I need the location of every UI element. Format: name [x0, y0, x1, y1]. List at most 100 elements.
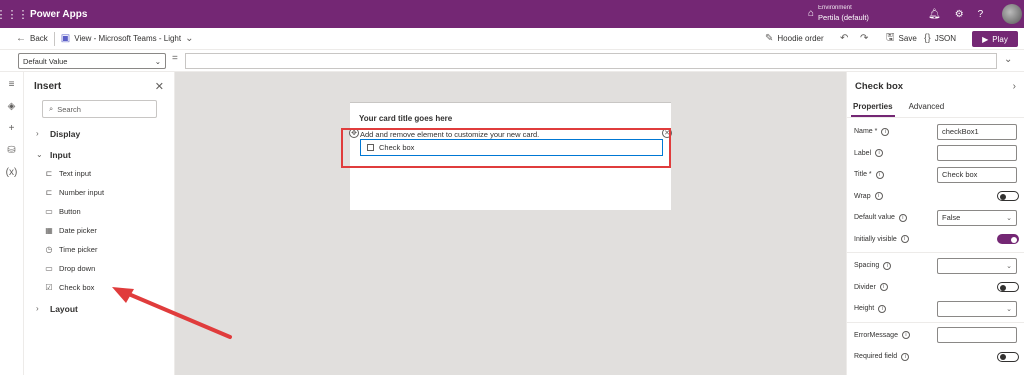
info-icon[interactable]: i	[901, 352, 910, 361]
insert-item-number-input[interactable]: ⊏ Number input	[24, 183, 174, 202]
notifications-icon[interactable]: 🔔︎	[928, 9, 941, 20]
redo-icon: ↷	[860, 33, 869, 44]
dropdown-icon: ▭	[45, 264, 53, 273]
environment-picker[interactable]: ⌂ Environment Pertila (default)	[808, 3, 869, 23]
properties-title: Check box	[855, 80, 904, 92]
save-icon: 🖫︎	[886, 32, 895, 43]
group-display[interactable]: › Display	[24, 124, 174, 143]
data-icon[interactable]: ⛁	[0, 140, 23, 160]
number-input-icon: ⊏	[45, 188, 53, 197]
play-button[interactable]: ▶ Play	[972, 31, 1018, 47]
properties-pane: Check box › Properties Advanced Name * i …	[846, 72, 1024, 375]
chevron-down-icon: ⌄	[185, 33, 194, 44]
redo-button[interactable]: ↷	[860, 33, 868, 44]
search-icon: ⌕	[49, 104, 54, 113]
chevron-down-icon: ⌄	[36, 150, 43, 159]
calendar-icon: ▦	[45, 226, 53, 235]
expand-formula-icon[interactable]: ⌄	[1004, 54, 1012, 65]
pencil-icon: ✎	[765, 33, 774, 44]
insert-title: Insert	[34, 80, 62, 92]
undo-button[interactable]: ↶	[840, 33, 848, 44]
height-dropdown[interactable]: ⌄	[937, 300, 1017, 317]
app-title[interactable]: Power Apps	[30, 9, 87, 20]
property-dropdown[interactable]: Default Value ⌄	[18, 53, 166, 69]
back-button[interactable]: ← Back	[16, 33, 48, 44]
clock-icon: ◷	[45, 245, 53, 254]
annotation-arrow	[112, 287, 232, 339]
info-icon[interactable]: i	[874, 192, 883, 201]
formula-input[interactable]	[185, 53, 997, 69]
card-title[interactable]: Your card title goes here	[359, 114, 452, 123]
close-icon[interactable]: ✕	[155, 80, 164, 93]
search-input[interactable]: ⌕ Search	[42, 100, 157, 118]
name-field[interactable]: checkBox1	[937, 123, 1017, 140]
label-field[interactable]	[937, 145, 1017, 162]
insert-item-date-picker[interactable]: ▦ Date picker	[24, 221, 174, 240]
info-icon[interactable]: i	[900, 235, 909, 244]
left-rail: ≡ ◈ + ⛁ (x)	[0, 72, 24, 375]
info-icon[interactable]: i	[883, 261, 892, 270]
chevron-down-icon: ⌄	[154, 56, 161, 66]
info-icon[interactable]: i	[875, 170, 884, 179]
error-message-field[interactable]	[937, 327, 1017, 344]
text-input-icon: ⊏	[45, 169, 53, 178]
help-icon[interactable]: ?	[978, 9, 984, 20]
info-icon[interactable]: i	[878, 304, 887, 313]
design-canvas[interactable]: Your card title goes here Add and remove…	[175, 72, 846, 375]
view-dropdown[interactable]: ▣ View - Microsoft Teams - Light ⌄	[61, 33, 194, 44]
group-input[interactable]: ⌄ Input	[24, 145, 174, 164]
prop-row-height: Height i ⌄	[847, 298, 1024, 320]
variables-icon[interactable]: (x)	[0, 162, 23, 182]
gear-icon[interactable]: ⚙	[955, 9, 964, 20]
environment-value: Pertila (default)	[818, 13, 869, 22]
highlight-annotation	[341, 128, 671, 168]
prop-row-wrap: Wrap i	[847, 186, 1024, 208]
divider-toggle[interactable]	[997, 282, 1019, 293]
chevron-right-icon: ›	[36, 304, 39, 313]
formula-bar: Default Value ⌄ = ⌄	[0, 50, 1024, 72]
checkbox-icon: ☑	[45, 283, 53, 292]
hamburger-icon[interactable]: ≡	[0, 74, 23, 94]
environment-icon: ⌂	[808, 7, 815, 19]
prop-row-spacing: Spacing i ⌄	[847, 255, 1024, 277]
waffle-icon[interactable]: ⋮⋮⋮	[0, 0, 29, 28]
chevron-right-icon: ›	[36, 129, 39, 138]
braces-icon: {}	[924, 33, 931, 44]
prop-row-initially-visible: Initially visible i	[847, 229, 1024, 251]
chevron-down-icon: ⌄	[1006, 214, 1012, 222]
chevron-right-icon[interactable]: ›	[1013, 81, 1016, 92]
info-icon[interactable]: i	[901, 331, 910, 340]
info-icon[interactable]: i	[898, 213, 907, 222]
title-field[interactable]: Check box	[937, 166, 1017, 183]
default-value-dropdown[interactable]: False ⌄	[937, 209, 1017, 226]
environment-label: Environment	[818, 5, 852, 11]
chevron-down-icon: ⌄	[1006, 262, 1012, 270]
prop-row-label: Label i	[847, 143, 1024, 165]
insert-item-text-input[interactable]: ⊏ Text input	[24, 164, 174, 183]
avatar[interactable]	[1002, 4, 1022, 24]
info-icon[interactable]: i	[875, 149, 884, 158]
undo-icon: ↶	[840, 33, 849, 44]
prop-row-title: Title * i Check box	[847, 164, 1024, 186]
play-icon: ▶	[982, 34, 989, 44]
plus-icon[interactable]: +	[0, 118, 23, 138]
required-field-toggle[interactable]	[997, 351, 1019, 362]
prop-row-default-value: Default value i False ⌄	[847, 207, 1024, 229]
button-icon: ▭	[45, 207, 53, 216]
save-button[interactable]: 🖫︎ Save	[886, 30, 917, 47]
hoodie-order-button[interactable]: ✎ Hoodie order	[765, 33, 824, 44]
tab-advanced[interactable]: Advanced	[907, 100, 947, 117]
chevron-down-icon: ⌄	[1006, 305, 1012, 313]
initially-visible-toggle[interactable]	[997, 234, 1019, 245]
json-button[interactable]: {} JSON	[924, 33, 956, 44]
info-icon[interactable]: i	[881, 127, 890, 136]
layers-icon[interactable]: ◈	[0, 96, 23, 116]
insert-item-time-picker[interactable]: ◷ Time picker	[24, 240, 174, 259]
insert-item-drop-down[interactable]: ▭ Drop down	[24, 259, 174, 278]
insert-item-button[interactable]: ▭ Button	[24, 202, 174, 221]
tab-properties[interactable]: Properties	[851, 100, 895, 117]
prop-row-name: Name * i checkBox1	[847, 121, 1024, 143]
info-icon[interactable]: i	[879, 283, 888, 292]
spacing-dropdown[interactable]: ⌄	[937, 257, 1017, 274]
wrap-toggle[interactable]	[997, 191, 1019, 202]
